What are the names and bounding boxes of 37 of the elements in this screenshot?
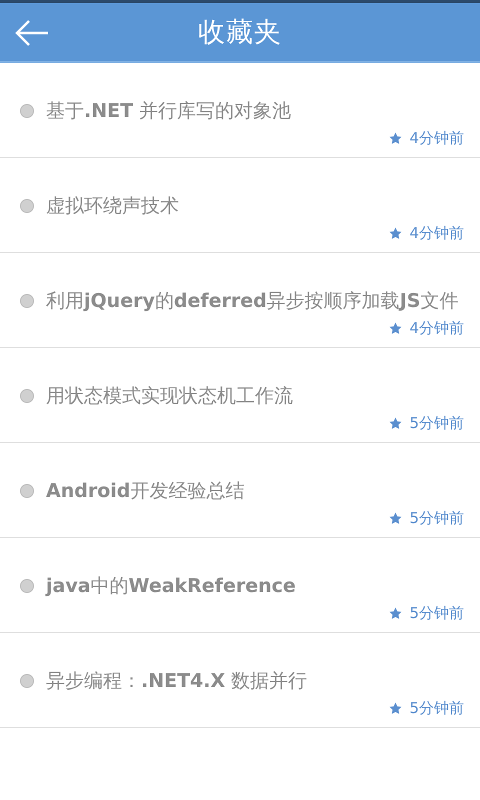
star-icon — [389, 132, 402, 145]
star-icon — [389, 607, 402, 620]
star-icon — [389, 702, 402, 715]
bullet-icon — [20, 484, 34, 498]
bullet-icon — [20, 199, 34, 213]
saved-time: 4分钟前 — [409, 319, 464, 338]
favorite-item[interactable]: 利用jQuery的deferred异步按顺序加载JS文件 4分钟前 — [0, 253, 480, 348]
star-icon — [389, 322, 402, 335]
page-title: 收藏夹 — [198, 16, 282, 50]
saved-time: 4分钟前 — [409, 129, 464, 148]
favorite-item[interactable]: java中的WeakReference 5分钟前 — [0, 538, 480, 633]
article-title: java中的WeakReference — [46, 574, 296, 598]
back-arrow-icon — [14, 18, 50, 48]
favorite-item[interactable]: 虚拟环绕声技术 4分钟前 — [0, 158, 480, 253]
star-icon — [389, 417, 402, 430]
bullet-icon — [20, 389, 34, 403]
saved-time: 5分钟前 — [409, 604, 464, 623]
favorite-item[interactable]: 异步编程：.NET4.X 数据并行 5分钟前 — [0, 633, 480, 728]
bullet-icon — [20, 674, 34, 688]
article-title: 虚拟环绕声技术 — [46, 194, 179, 218]
saved-time: 5分钟前 — [409, 699, 464, 718]
article-title: 异步编程：.NET4.X 数据并行 — [46, 669, 308, 693]
favorite-item[interactable]: 用状态模式实现状态机工作流 5分钟前 — [0, 348, 480, 443]
article-title: 基于.NET 并行库写的对象池 — [46, 99, 292, 123]
saved-time: 4分钟前 — [409, 224, 464, 243]
article-title: 利用jQuery的deferred异步按顺序加载JS文件 — [46, 289, 458, 313]
saved-time: 5分钟前 — [409, 414, 464, 433]
article-title: Android开发经验总结 — [46, 479, 244, 503]
bullet-icon — [20, 579, 34, 593]
star-icon — [389, 512, 402, 525]
saved-time: 5分钟前 — [409, 509, 464, 528]
favorite-item[interactable]: 基于.NET 并行库写的对象池 4分钟前 — [0, 63, 480, 158]
article-title: 用状态模式实现状态机工作流 — [46, 384, 293, 408]
bullet-icon — [20, 294, 34, 308]
favorite-item[interactable]: Android开发经验总结 5分钟前 — [0, 443, 480, 538]
star-icon — [389, 227, 402, 240]
bullet-icon — [20, 104, 34, 118]
